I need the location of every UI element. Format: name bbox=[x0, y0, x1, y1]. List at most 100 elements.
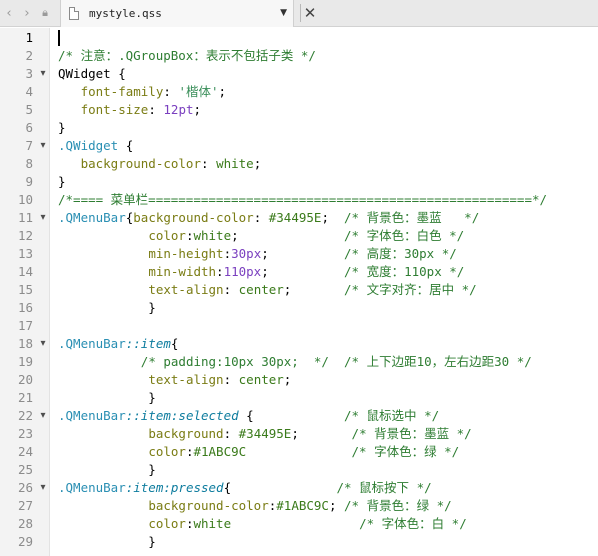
code-line[interactable]: 11 ▾ .QMenuBar{background-color: #34495E; … bbox=[0, 209, 598, 227]
code-token: 30 bbox=[231, 246, 247, 261]
code-text: text-align: center; /* 文字对齐：居中 */ bbox=[58, 281, 476, 299]
code-line[interactable]: 23 background: #34495E; /* 背景色：墨蓝 */ bbox=[0, 425, 598, 443]
fold-toggle-icon[interactable]: ▾ bbox=[37, 65, 49, 83]
fold-toggle-icon[interactable]: ▾ bbox=[37, 137, 49, 155]
code-token: #1ABC9C bbox=[193, 444, 247, 459]
code-token: center bbox=[238, 282, 284, 297]
text-cursor bbox=[58, 30, 60, 46]
code-text: font-size: 12pt; bbox=[58, 101, 201, 119]
code-line[interactable]: 29 } bbox=[0, 533, 598, 551]
code-line[interactable]: 5 font-size: 12pt; bbox=[0, 101, 598, 119]
code-token: min-width bbox=[148, 264, 217, 279]
tab-bar: ‹ › 🔒︎ mystyle.qss ▼ ✕ bbox=[0, 0, 598, 27]
code-token: ; bbox=[193, 102, 202, 117]
code-text: color:white /* 字体色：白 */ bbox=[58, 515, 467, 533]
code-line[interactable]: 1 bbox=[0, 29, 598, 47]
code-editor[interactable]: 1 2/* 注意：.QGroupBox：表示不包括子类 */3 ▾ QWidget {… bbox=[0, 28, 598, 556]
code-text: .QMenuBar:item:pressed{ /* 鼠标按下 */ bbox=[58, 479, 432, 497]
code-token: /* 宽度：110px */ bbox=[344, 264, 465, 279]
code-token: background bbox=[148, 426, 224, 441]
line-number: 19 bbox=[17, 354, 33, 369]
code-token: /* 鼠标选中 */ bbox=[343, 408, 440, 423]
code-line[interactable]: 26 ▾ .QMenuBar:item:pressed{ /* 鼠标按下 */ bbox=[0, 479, 598, 497]
line-number: 17 bbox=[17, 318, 33, 333]
code-text: QWidget { bbox=[58, 65, 126, 83]
code-token: /* 字体色：白 */ bbox=[359, 516, 467, 531]
code-token: /* 背景色：绿 */ bbox=[344, 498, 452, 513]
code-line[interactable]: 20 text-align: center; bbox=[0, 371, 598, 389]
code-line[interactable]: 7 ▾ .QWidget { bbox=[0, 137, 598, 155]
code-token: ; bbox=[261, 246, 345, 261]
code-token: ; bbox=[261, 264, 345, 279]
code-token: /* 注意：.QGroupBox：表示不包括子类 */ bbox=[58, 48, 316, 63]
code-line[interactable]: 10 /*==== 菜单栏============================… bbox=[0, 191, 598, 209]
fold-toggle-icon[interactable]: ▾ bbox=[37, 479, 49, 497]
code-token: ; bbox=[231, 228, 345, 243]
code-token: 12 bbox=[163, 102, 179, 117]
code-line[interactable]: 12 color:white; /* 字体色：白色 */ bbox=[0, 227, 598, 245]
code-text: /*==== 菜单栏==============================… bbox=[58, 191, 547, 209]
code-text: background-color: white; bbox=[58, 155, 262, 173]
line-number: 11 bbox=[17, 210, 33, 225]
code-token: : bbox=[148, 102, 164, 117]
code-token: .QMenuBar bbox=[58, 408, 126, 423]
code-token: { bbox=[223, 480, 337, 495]
code-line[interactable]: 19 /* padding:10px 30px; */ /* 上下边距10，左右… bbox=[0, 353, 598, 371]
fold-toggle-icon[interactable]: ▾ bbox=[37, 335, 49, 353]
line-number: 8 bbox=[25, 156, 33, 171]
chevron-left-icon[interactable]: ‹ bbox=[0, 0, 18, 27]
code-token: : bbox=[223, 372, 239, 387]
code-line[interactable]: 21 } bbox=[0, 389, 598, 407]
code-line[interactable]: 28 color:white /* 字体色：白 */ bbox=[0, 515, 598, 533]
code-line[interactable]: 18 ▾ .QMenuBar::item{ bbox=[0, 335, 598, 353]
code-token: ; bbox=[253, 156, 262, 171]
code-token: } bbox=[58, 390, 156, 405]
code-token: white bbox=[193, 228, 232, 243]
code-line[interactable]: 6} bbox=[0, 119, 598, 137]
line-number: 22 bbox=[17, 408, 33, 423]
chevron-down-icon[interactable]: ▼ bbox=[280, 8, 287, 18]
code-text: background: #34495E; /* 背景色：墨蓝 */ bbox=[58, 425, 472, 443]
code-token: ::item:selected bbox=[125, 408, 239, 423]
chevron-right-icon[interactable]: › bbox=[18, 0, 36, 27]
code-line[interactable]: 2 /* 注意：.QGroupBox：表示不包括子类 */ bbox=[0, 47, 598, 65]
code-line[interactable]: 15 text-align: center; /* 文字对齐：居中 */ bbox=[0, 281, 598, 299]
code-token: /* 鼠标按下 */ bbox=[336, 480, 432, 495]
fold-toggle-icon[interactable]: ▾ bbox=[37, 407, 49, 425]
code-line[interactable]: 3 ▾ QWidget { bbox=[0, 65, 598, 83]
code-text: .QWidget { bbox=[58, 137, 133, 155]
code-token: /* 背景色：墨蓝 */ bbox=[351, 426, 472, 441]
lock-icon[interactable]: 🔒︎ bbox=[36, 0, 54, 27]
code-token: } bbox=[58, 534, 156, 549]
code-token: } bbox=[58, 462, 156, 477]
code-line[interactable]: 27 background-color:#1ABC9C; /* 背景色：绿 */ bbox=[0, 497, 598, 515]
code-line[interactable]: 16 } bbox=[0, 299, 598, 317]
code-token: /* 背景色：墨蓝 */ bbox=[344, 210, 480, 225]
fold-toggle-icon[interactable]: ▾ bbox=[37, 209, 49, 227]
code-line[interactable]: 4 font-family: '楷体'; bbox=[0, 83, 598, 101]
code-token: ; bbox=[291, 426, 352, 441]
code-line[interactable]: 13 min-height:30px; /* 高度：30px */ bbox=[0, 245, 598, 263]
code-token: ; bbox=[328, 498, 345, 513]
code-line[interactable]: 22 ▾ .QMenuBar::item:selected { /* 鼠标选中 */ bbox=[0, 407, 598, 425]
code-line[interactable]: 9} bbox=[0, 173, 598, 191]
line-number: 13 bbox=[17, 246, 33, 261]
code-line[interactable]: 24 color:#1ABC9C /* 字体色：绿 */ bbox=[0, 443, 598, 461]
code-line[interactable]: 8 background-color: white; bbox=[0, 155, 598, 173]
editor-tab[interactable]: mystyle.qss ▼ bbox=[60, 0, 294, 27]
code-text: } bbox=[58, 533, 156, 551]
file-icon bbox=[69, 6, 79, 20]
code-line[interactable]: 17 bbox=[0, 317, 598, 335]
code-token: px bbox=[246, 246, 262, 261]
line-number: 6 bbox=[25, 120, 33, 135]
code-line[interactable]: 25 } bbox=[0, 461, 598, 479]
close-icon[interactable]: ✕ bbox=[301, 0, 319, 27]
code-line[interactable]: 14 min-width:110px; /* 宽度：110px */ bbox=[0, 263, 598, 281]
